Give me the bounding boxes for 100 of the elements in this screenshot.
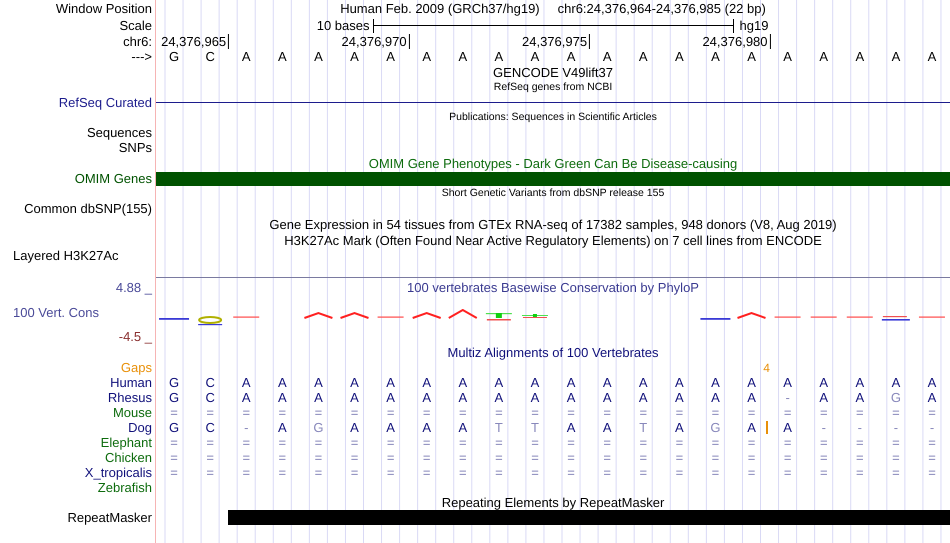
aligned-base: A <box>602 376 612 389</box>
species-label[interactable]: Rhesus <box>108 391 152 404</box>
species-label[interactable]: Chicken <box>105 451 152 464</box>
axis-min-label[interactable]: -4.5 _ <box>118 330 152 343</box>
aligned-base: A <box>494 376 504 389</box>
species-label[interactable]: Mouse <box>112 406 152 419</box>
aligned-base: = <box>278 466 286 479</box>
assembly-title: Human Feb. 2009 (GRCh37/hg19) <box>340 2 540 15</box>
aligned-base: A <box>350 376 359 389</box>
species-label[interactable]: Elephant <box>100 436 152 449</box>
aligned-base: = <box>459 451 467 464</box>
track-label[interactable]: Scale <box>119 19 152 32</box>
aligned-base: = <box>892 436 900 449</box>
aligned-base: A <box>458 391 468 404</box>
base-letter: C <box>205 50 215 63</box>
aligned-base: = <box>603 451 611 464</box>
species-label[interactable]: Dog <box>128 421 152 434</box>
aligned-base: A <box>242 376 251 389</box>
aligned-base: T <box>494 421 503 434</box>
aligned-base: A <box>530 391 540 404</box>
aligned-base: A <box>855 391 864 404</box>
aligned-base: A <box>638 376 648 389</box>
aligned-base: A <box>530 376 540 389</box>
position-tick: 24,376,965 <box>161 34 230 49</box>
track-label[interactable]: OMIM Genes <box>74 172 152 185</box>
aligned-base: = <box>856 451 864 464</box>
aligned-base: = <box>531 466 539 479</box>
aligned-base: T <box>531 421 539 434</box>
track-title: Repeating Elements by RepeatMasker <box>442 496 664 509</box>
aligned-base: A <box>638 391 648 404</box>
aligned-base: = <box>928 436 936 449</box>
aligned-base: A <box>458 376 468 389</box>
track-label[interactable]: Window Position <box>56 2 152 15</box>
species-label[interactable]: X_tropicalis <box>84 466 152 479</box>
aligned-base: = <box>206 406 214 419</box>
track-label[interactable]: SNPs <box>118 141 152 154</box>
species-label[interactable]: Human <box>110 376 152 389</box>
aligned-base: A <box>242 391 251 404</box>
aligned-base: = <box>278 406 286 419</box>
aligned-base: = <box>459 436 467 449</box>
aligned-base: A <box>386 421 395 434</box>
omim-gene-bar[interactable] <box>156 172 950 186</box>
track-label[interactable]: RefSeq Curated <box>58 96 152 109</box>
track-label[interactable]: RepeatMasker <box>67 511 152 524</box>
track-label[interactable]: Common dbSNP(155) <box>24 202 152 215</box>
aligned-base: - <box>822 421 826 434</box>
aligned-base: = <box>350 406 358 419</box>
track-label[interactable]: 100 Vert. Cons <box>13 306 99 318</box>
aligned-base: = <box>350 466 358 479</box>
aligned-base: = <box>892 466 900 479</box>
base-letter: A <box>602 50 612 63</box>
aligned-base: A <box>783 421 792 434</box>
aligned-base: = <box>820 436 828 449</box>
base-letter: A <box>350 50 359 63</box>
position-tick: 24,376,975 <box>522 34 590 49</box>
aligned-base: C <box>205 421 215 434</box>
track-title: GENCODE V49lift37 <box>493 66 613 78</box>
aligned-base: = <box>676 451 684 464</box>
base-letter: A <box>530 50 540 63</box>
aligned-base: = <box>676 436 684 449</box>
aligned-base: = <box>422 451 430 464</box>
base-letter: A <box>675 50 684 63</box>
aligned-base: A <box>747 421 756 434</box>
aligned-base: - <box>244 421 248 434</box>
aligned-base: = <box>567 436 575 449</box>
base-letter: A <box>892 50 900 63</box>
aligned-base: = <box>712 406 720 419</box>
position-title: chr6:24,376,964-24,376,985 (22 bp) <box>558 2 766 15</box>
aligned-base: A <box>278 376 287 389</box>
aligned-base: = <box>928 406 936 419</box>
track-label[interactable]: ---> <box>131 50 152 63</box>
base-letter: A <box>386 50 395 63</box>
insertion-mark[interactable] <box>766 421 768 434</box>
aligned-base: = <box>603 406 611 419</box>
aligned-base: = <box>495 436 503 449</box>
repeat-element-block[interactable] <box>914 510 950 525</box>
aligned-base: = <box>242 466 250 479</box>
aligned-base: = <box>386 451 394 464</box>
aligned-base: = <box>350 436 358 449</box>
repeat-element-block[interactable] <box>228 510 264 525</box>
species-label[interactable]: Zebrafish <box>98 481 152 494</box>
aligned-base: = <box>712 451 720 464</box>
scale-length: 10 bases <box>316 19 370 32</box>
aligned-base: A <box>566 391 576 404</box>
aligned-base: = <box>495 406 503 419</box>
aligned-base: = <box>206 466 214 479</box>
aligned-base: A <box>819 391 828 404</box>
aligned-base: - <box>930 421 934 434</box>
aligned-base: = <box>314 406 322 419</box>
aligned-base: G <box>168 376 180 389</box>
aligned-base: = <box>314 436 322 449</box>
aligned-base: A <box>458 421 468 434</box>
track-label[interactable]: Sequences <box>86 126 152 139</box>
aligned-base: A <box>675 421 684 434</box>
aligned-base: - <box>858 421 862 434</box>
base-letter: A <box>711 50 720 63</box>
track-title: OMIM Gene Phenotypes - Dark Green Can Be Disease-causing <box>368 156 738 170</box>
track-label[interactable]: Layered H3K27Ac <box>13 249 119 262</box>
axis-max-label[interactable]: 4.88 _ <box>116 280 152 294</box>
track-label[interactable]: chr6: <box>123 35 152 48</box>
